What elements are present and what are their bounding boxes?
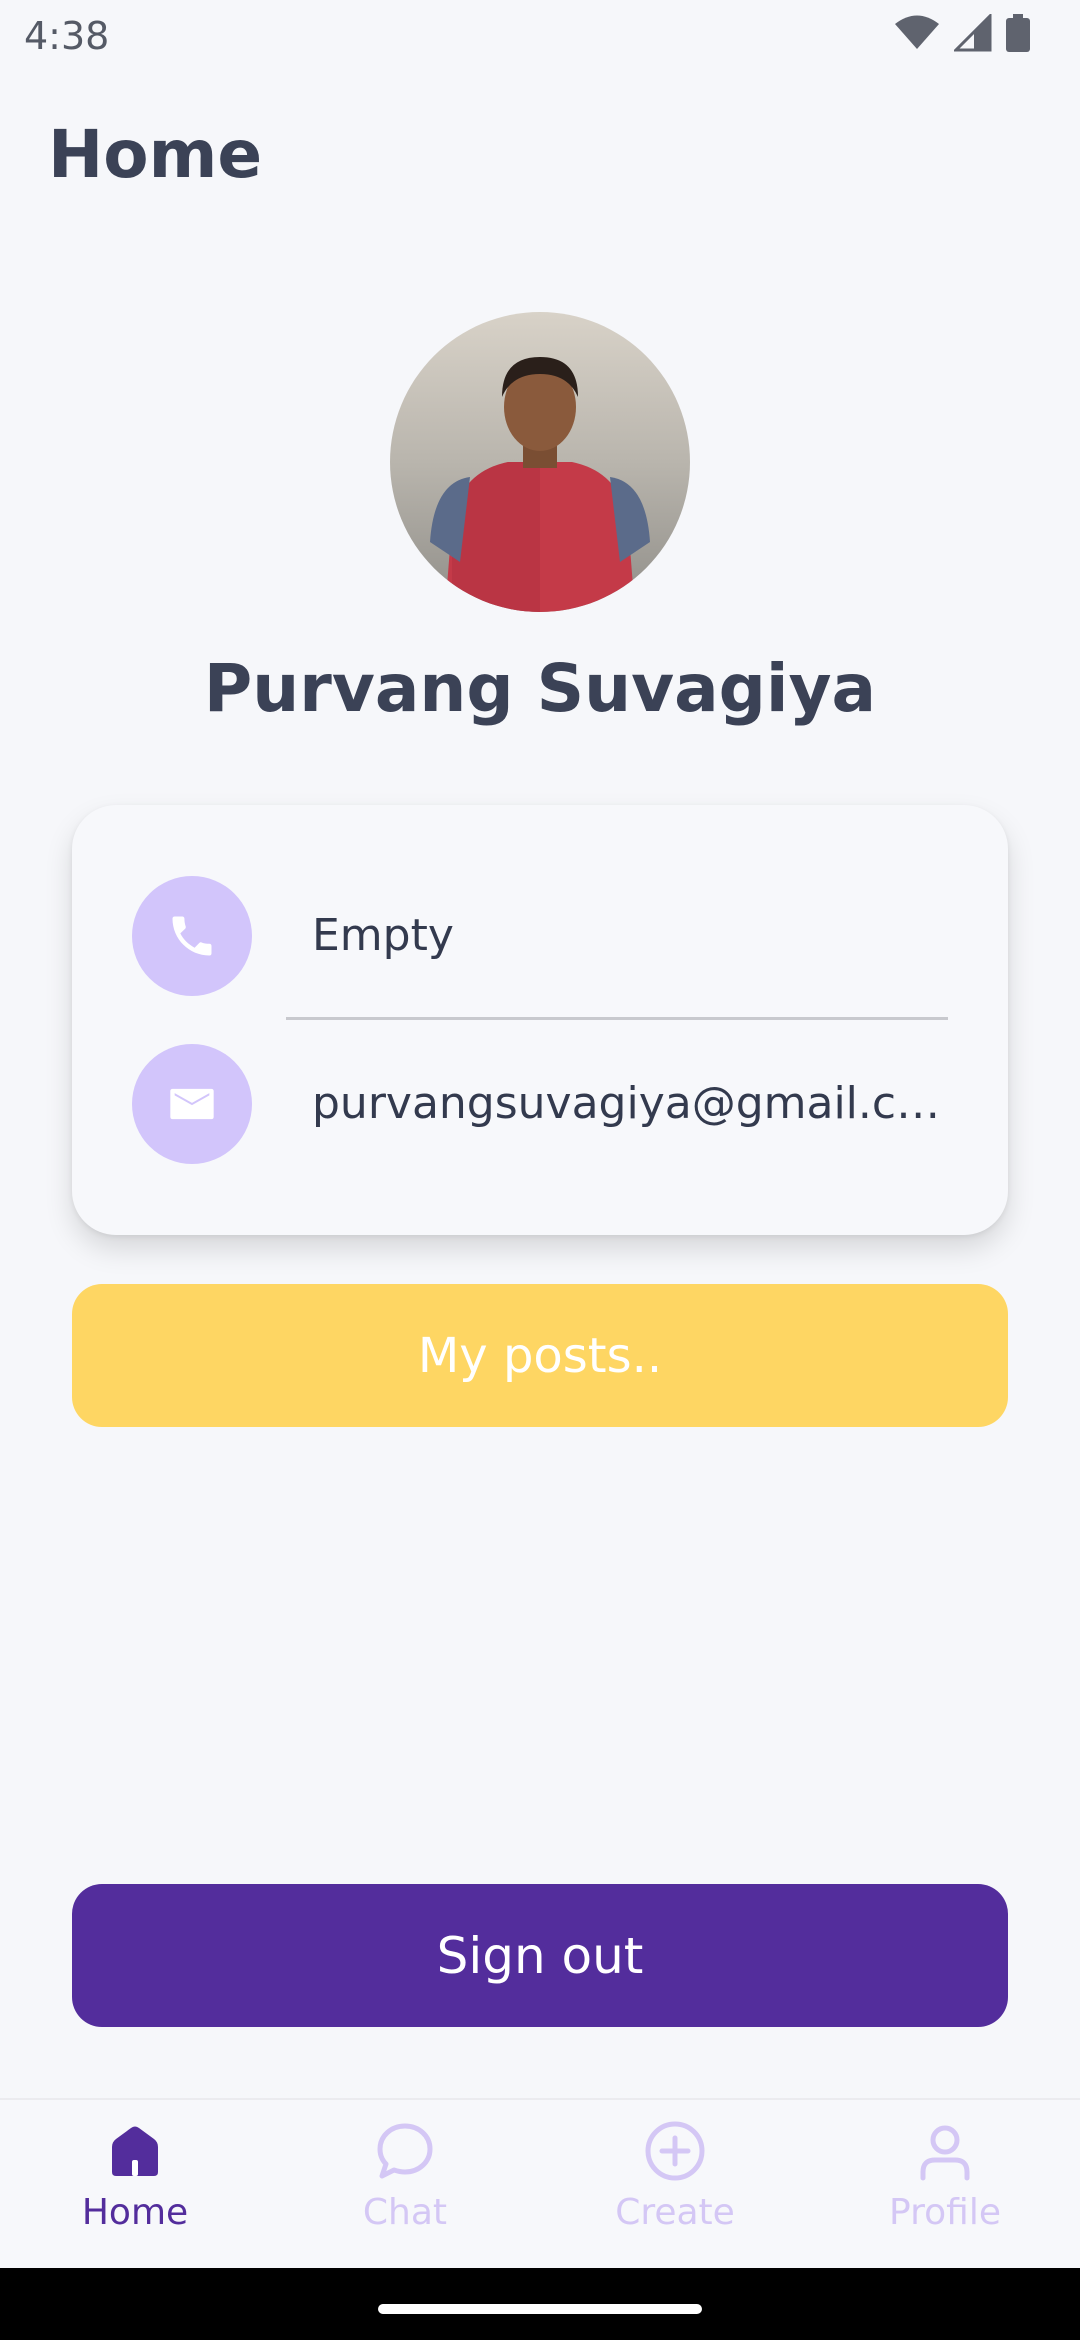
- profile-icon: [914, 2120, 976, 2186]
- chat-icon: [374, 2120, 436, 2186]
- phone-icon: [132, 876, 252, 996]
- bottom-nav: Home Chat Create Profile: [0, 2098, 1080, 2268]
- add-circle-icon: [644, 2120, 706, 2186]
- home-gesture-handle[interactable]: [378, 2304, 702, 2314]
- nav-label: Chat: [362, 2192, 448, 2233]
- gesture-bar: [0, 2268, 1080, 2340]
- nav-item-create[interactable]: Create: [540, 2120, 810, 2260]
- user-name: Purvang Suvagiya: [203, 650, 877, 727]
- status-icons: [894, 12, 1030, 56]
- divider: [286, 1017, 948, 1020]
- avatar: [390, 312, 690, 612]
- home-screen: 4:38 Home Purvang Suvagiya Empty purvang…: [0, 0, 1080, 2340]
- page-title: Home: [48, 116, 263, 193]
- email-row[interactable]: purvangsuvagiya@gmail.c…: [72, 1044, 1008, 1164]
- status-bar: 4:38: [0, 0, 1080, 72]
- sign-out-button[interactable]: Sign out: [72, 1884, 1008, 2027]
- status-time: 4:38: [24, 14, 110, 58]
- battery-icon: [1006, 14, 1030, 56]
- signal-icon: [952, 12, 992, 56]
- nav-item-profile[interactable]: Profile: [810, 2120, 1080, 2260]
- nav-label: Create: [615, 2192, 735, 2233]
- contact-card: Empty purvangsuvagiya@gmail.c…: [72, 805, 1008, 1235]
- mail-icon: [132, 1044, 252, 1164]
- email-value: purvangsuvagiya@gmail.c…: [312, 1078, 941, 1129]
- nav-label: Home: [81, 2192, 189, 2233]
- phone-value: Empty: [312, 910, 454, 961]
- nav-item-chat[interactable]: Chat: [270, 2120, 540, 2260]
- home-icon: [104, 2120, 166, 2186]
- phone-row[interactable]: Empty: [72, 876, 1008, 996]
- nav-label: Profile: [889, 2192, 1001, 2233]
- nav-item-home[interactable]: Home: [0, 2120, 270, 2260]
- my-posts-button[interactable]: My posts..: [72, 1284, 1008, 1427]
- wifi-icon: [894, 15, 940, 55]
